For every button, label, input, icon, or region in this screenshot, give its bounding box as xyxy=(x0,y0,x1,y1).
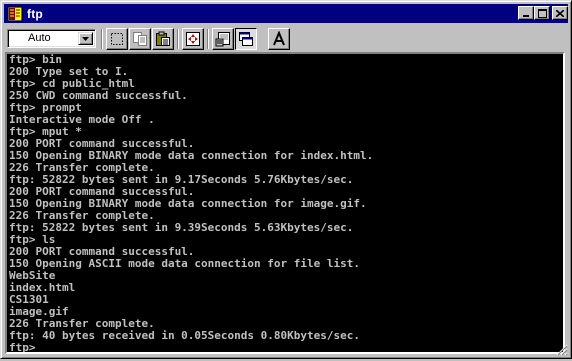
ftp-window: ftp Auto ftp> bin 200 Type set to I. ftp… xyxy=(0,0,572,359)
properties-button[interactable] xyxy=(212,28,234,50)
terminal-lines: ftp> bin 200 Type set to I. ftp> cd public… xyxy=(9,54,373,354)
terminal-output[interactable]: ftp> bin 200 Type set to I. ftp> cd public… xyxy=(5,52,565,354)
minimize-button[interactable] xyxy=(518,6,534,20)
toolbar-separator xyxy=(207,29,209,49)
resize-grip[interactable] xyxy=(556,343,568,356)
close-icon xyxy=(556,9,564,17)
background-icon xyxy=(239,32,253,46)
terminal-line: ftp> xyxy=(9,341,373,354)
resize-grip-icon xyxy=(556,344,568,356)
copy-icon xyxy=(133,32,147,46)
terminal-line: index.html xyxy=(9,281,76,294)
minimize-icon xyxy=(523,15,529,17)
font-size-select[interactable]: Auto xyxy=(7,29,96,48)
toolbar-separator xyxy=(101,29,103,49)
font-button[interactable] xyxy=(268,28,290,50)
paste-icon xyxy=(156,31,170,46)
font-size-value: Auto xyxy=(28,32,51,44)
maximize-button[interactable] xyxy=(534,6,550,20)
toolbar: Auto xyxy=(4,25,568,53)
text-cursor xyxy=(43,352,50,354)
terminal-line: ftp: 52822 bytes sent in 9.39Seconds 5.6… xyxy=(9,221,354,234)
background-button[interactable] xyxy=(235,28,257,50)
prompt-text: ftp> xyxy=(9,341,43,354)
terminal-line: 150 Opening ASCII mode data connection f… xyxy=(9,257,360,270)
properties-icon xyxy=(215,32,230,47)
paste-button[interactable] xyxy=(152,28,174,50)
font-icon xyxy=(273,31,285,46)
close-button[interactable] xyxy=(552,6,568,20)
chevron-down-icon xyxy=(82,36,89,41)
mark-button[interactable] xyxy=(106,28,128,50)
fullscreen-button[interactable] xyxy=(182,28,204,50)
msdos-app-icon[interactable] xyxy=(7,6,23,22)
window-title: ftp xyxy=(27,6,43,21)
terminal-line: ftp: 40 bytes received in 0.05Seconds 0.… xyxy=(9,329,360,342)
mark-icon xyxy=(111,33,123,45)
fullscreen-icon xyxy=(186,32,200,46)
copy-button[interactable] xyxy=(129,28,151,50)
dropdown-button[interactable] xyxy=(78,32,93,45)
maximize-icon xyxy=(537,8,547,18)
toolbar-separator xyxy=(177,29,179,49)
title-bar[interactable]: ftp xyxy=(4,4,568,23)
